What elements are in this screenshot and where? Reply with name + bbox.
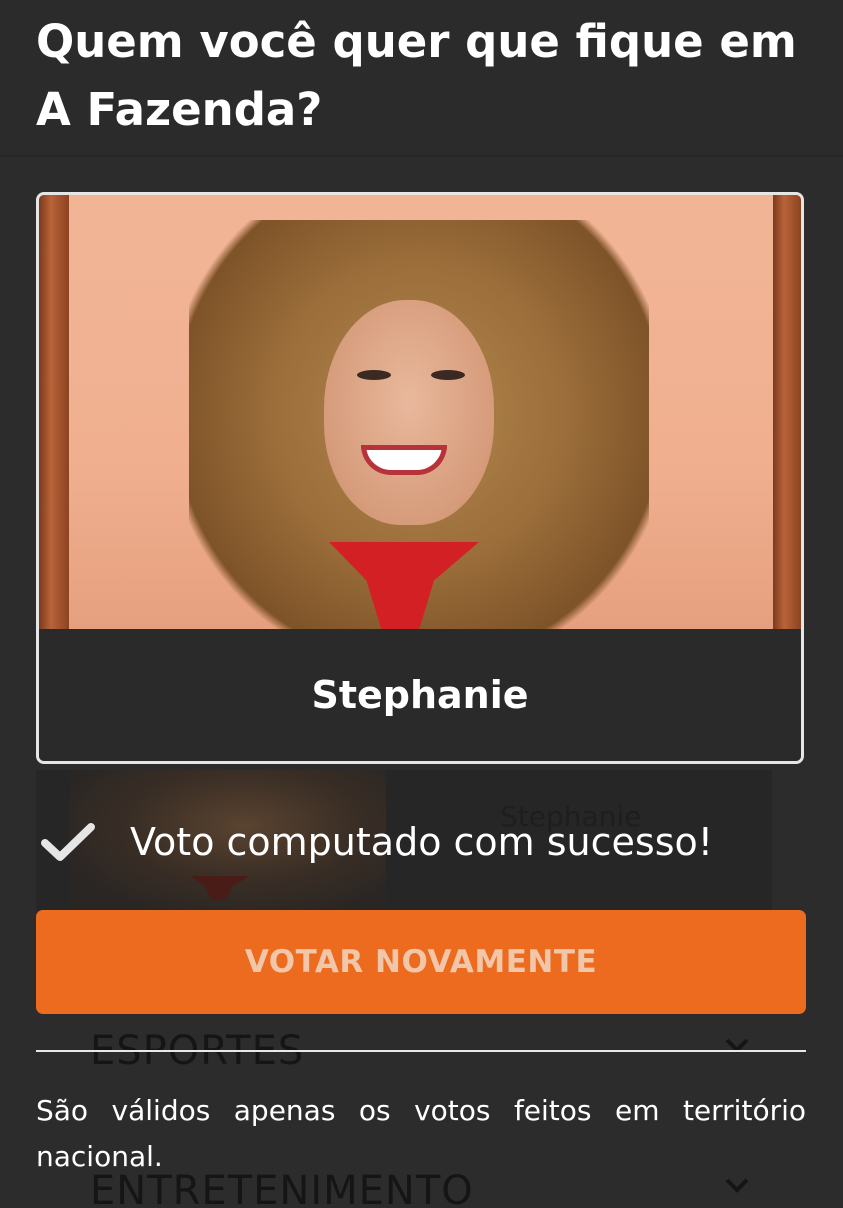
candidate-name: Stephanie [311,673,529,717]
background-section-esportes: ESPORTES [90,1028,305,1068]
vote-again-button[interactable]: VOTAR NOVAMENTE [36,910,806,1014]
candidate-name-bar: Stephanie [39,629,801,761]
poll-header: Quem você quer que fique em A Fazenda? [0,0,843,157]
confirmation-message: Voto computado com sucesso! [130,820,713,864]
vote-confirmation: Voto computado com sucesso! [40,812,713,872]
vote-again-label: VOTAR NOVAMENTE [244,944,598,980]
candidate-photo [39,195,801,629]
selected-candidate-card: Stephanie [36,192,804,764]
chevron-down-icon [725,1038,749,1053]
check-icon [41,823,95,861]
divider [36,1050,806,1052]
territory-notice: São válidos apenas os votos feitos em te… [36,1094,806,1173]
poll-title: Quem você quer que fique em A Fazenda? [36,15,797,136]
